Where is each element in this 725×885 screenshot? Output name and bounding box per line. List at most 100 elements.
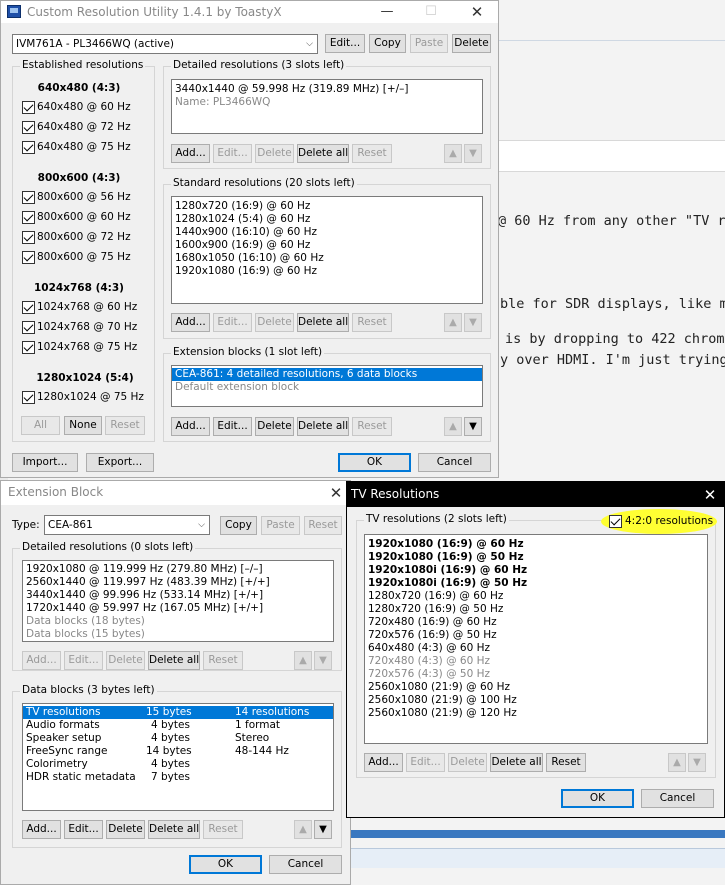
list-item[interactable]: 1440x900 (16:10) @ 60 Hz bbox=[172, 226, 482, 239]
list-item[interactable]: 1280x720 (16:9) @ 60 Hz bbox=[172, 200, 482, 213]
extension-add-button[interactable]: Add... bbox=[171, 417, 210, 436]
ext-detailed-edit-button[interactable]: Edit... bbox=[64, 651, 103, 670]
ext-detailed-add-button[interactable]: Add... bbox=[22, 651, 61, 670]
list-item[interactable]: 1720x1440 @ 59.997 Hz (167.05 MHz) [+/+] bbox=[23, 602, 333, 615]
list-item[interactable]: Data blocks (15 bytes) bbox=[23, 628, 333, 641]
list-item[interactable]: 3440x1440 @ 59.998 Hz (319.89 MHz) [+/–] bbox=[172, 83, 482, 96]
move-down-icon[interactable]: ▼ bbox=[464, 313, 482, 332]
copy-monitor-button[interactable]: Copy bbox=[369, 34, 406, 53]
list-item[interactable]: 640x480 (4:3) @ 60 Hz bbox=[365, 642, 707, 655]
standard-edit-button[interactable]: Edit... bbox=[213, 313, 252, 332]
minimize-button[interactable]: — bbox=[367, 1, 407, 23]
ext-detailed-reset-button[interactable]: Reset bbox=[203, 651, 243, 670]
delete-monitor-button[interactable]: Delete bbox=[452, 34, 491, 53]
move-up-icon[interactable]: ▲ bbox=[294, 651, 312, 670]
checkbox-800x600-60[interactable] bbox=[22, 211, 35, 224]
checkbox-640x480-75[interactable] bbox=[22, 141, 35, 154]
ext-reset-button[interactable]: Reset bbox=[304, 516, 342, 535]
checkbox-1024x768-70[interactable] bbox=[22, 321, 35, 334]
detailed-add-button[interactable]: Add... bbox=[171, 144, 210, 163]
extension-delete-button[interactable]: Delete bbox=[255, 417, 294, 436]
paste-monitor-button[interactable]: Paste bbox=[410, 34, 448, 53]
table-row[interactable]: TV resolutions 15 bytes 14 resolutions bbox=[23, 706, 333, 719]
table-row[interactable]: Colorimetry 4 bytes bbox=[23, 758, 333, 771]
move-up-icon[interactable]: ▲ bbox=[668, 753, 686, 772]
checkbox-1024x768-60[interactable] bbox=[22, 301, 35, 314]
detailed-list[interactable]: 3440x1440 @ 59.998 Hz (319.89 MHz) [+/–]… bbox=[171, 79, 483, 134]
list-item[interactable]: 720x480 (4:3) @ 60 Hz bbox=[365, 655, 707, 668]
list-item[interactable]: 1920x1080i (16:9) @ 60 Hz bbox=[365, 564, 707, 577]
extension-edit-button[interactable]: Edit... bbox=[213, 417, 252, 436]
list-item[interactable]: 2560x1440 @ 119.997 Hz (483.39 MHz) [+/+… bbox=[23, 576, 333, 589]
list-item[interactable]: 1920x1080 (16:9) @ 60 Hz bbox=[172, 265, 482, 278]
tv-resolutions-list[interactable]: 1920x1080 (16:9) @ 60 Hz 1920x1080 (16:9… bbox=[364, 534, 708, 744]
move-up-icon[interactable]: ▲ bbox=[294, 820, 312, 839]
tv-reset-button[interactable]: Reset bbox=[546, 753, 586, 772]
reset-established-button[interactable]: Reset bbox=[105, 416, 145, 435]
tv-delete-all-button[interactable]: Delete all bbox=[490, 753, 543, 772]
checkbox-800x600-75[interactable] bbox=[22, 251, 35, 264]
ext-copy-button[interactable]: Copy bbox=[220, 516, 257, 535]
list-item[interactable]: 720x576 (16:9) @ 50 Hz bbox=[365, 629, 707, 642]
move-up-icon[interactable]: ▲ bbox=[444, 417, 462, 436]
standard-delete-button[interactable]: Delete bbox=[255, 313, 294, 332]
main-ok-button[interactable]: OK bbox=[338, 453, 411, 472]
list-item[interactable]: Default extension block bbox=[172, 381, 482, 394]
ext-detailed-delete-button[interactable]: Delete bbox=[106, 651, 145, 670]
tv-cancel-button[interactable]: Cancel bbox=[641, 789, 714, 808]
ext-ok-button[interactable]: OK bbox=[189, 855, 262, 874]
import-button[interactable]: Import... bbox=[12, 453, 78, 472]
table-row[interactable]: Speaker setup 4 bytes Stereo bbox=[23, 732, 333, 745]
list-item[interactable]: 720x480 (16:9) @ 60 Hz bbox=[365, 616, 707, 629]
type-select[interactable]: CEA-861 ⌵ bbox=[44, 515, 210, 535]
checkbox-640x480-72[interactable] bbox=[22, 121, 35, 134]
move-down-icon[interactable]: ▼ bbox=[314, 820, 332, 839]
checkbox-640x480-60[interactable] bbox=[22, 101, 35, 114]
move-up-icon[interactable]: ▲ bbox=[444, 313, 462, 332]
extension-list[interactable]: CEA-861: 4 detailed resolutions, 6 data … bbox=[171, 365, 483, 407]
list-item[interactable]: Name: PL3466WQ bbox=[172, 96, 482, 109]
detailed-edit-button[interactable]: Edit... bbox=[213, 144, 252, 163]
list-item[interactable]: 1280x720 (16:9) @ 50 Hz bbox=[365, 603, 707, 616]
move-down-icon[interactable]: ▼ bbox=[464, 417, 482, 436]
ext-detailed-list[interactable]: 1920x1080 @ 119.999 Hz (279.80 MHz) [–/–… bbox=[22, 560, 334, 642]
move-down-icon[interactable]: ▼ bbox=[464, 144, 482, 163]
extension-reset-button[interactable]: Reset bbox=[352, 417, 392, 436]
tv-add-button[interactable]: Add... bbox=[364, 753, 403, 772]
move-down-icon[interactable]: ▼ bbox=[314, 651, 332, 670]
data-add-button[interactable]: Add... bbox=[22, 820, 61, 839]
table-row[interactable]: HDR static metadata 7 bytes bbox=[23, 771, 333, 784]
standard-add-button[interactable]: Add... bbox=[171, 313, 210, 332]
checkbox-1280x1024-75[interactable] bbox=[22, 391, 35, 404]
table-row[interactable]: Audio formats 4 bytes 1 format bbox=[23, 719, 333, 732]
move-up-icon[interactable]: ▲ bbox=[444, 144, 462, 163]
main-cancel-button[interactable]: Cancel bbox=[418, 453, 491, 472]
list-item[interactable]: 2560x1080 (21:9) @ 60 Hz bbox=[365, 681, 707, 694]
list-item[interactable]: 1920x1080 (16:9) @ 50 Hz bbox=[365, 551, 707, 564]
list-item[interactable]: 1920x1080 (16:9) @ 60 Hz bbox=[365, 538, 707, 551]
detailed-delete-all-button[interactable]: Delete all bbox=[297, 144, 349, 163]
list-item[interactable]: 1680x1050 (16:10) @ 60 Hz bbox=[172, 252, 482, 265]
checkbox-1024x768-75[interactable] bbox=[22, 341, 35, 354]
none-button[interactable]: None bbox=[64, 416, 102, 435]
list-item[interactable]: 2560x1080 (21:9) @ 120 Hz bbox=[365, 707, 707, 720]
move-down-icon[interactable]: ▼ bbox=[688, 753, 706, 772]
table-row[interactable]: FreeSync range 14 bytes 48-144 Hz bbox=[23, 745, 333, 758]
close-button[interactable]: ✕ bbox=[690, 484, 725, 506]
data-blocks-list[interactable]: TV resolutions 15 bytes 14 resolutions A… bbox=[22, 703, 334, 811]
ext-cancel-button[interactable]: Cancel bbox=[269, 855, 342, 874]
edit-monitor-button[interactable]: Edit... bbox=[325, 34, 365, 53]
detailed-delete-button[interactable]: Delete bbox=[255, 144, 294, 163]
close-button[interactable]: ✕ bbox=[457, 1, 497, 23]
detailed-reset-button[interactable]: Reset bbox=[352, 144, 392, 163]
tv-edit-button[interactable]: Edit... bbox=[406, 753, 445, 772]
ext-detailed-delete-all-button[interactable]: Delete all bbox=[148, 651, 200, 670]
ext-paste-button[interactable]: Paste bbox=[261, 516, 300, 535]
list-item[interactable]: Data blocks (18 bytes) bbox=[23, 615, 333, 628]
standard-list[interactable]: 1280x720 (16:9) @ 60 Hz 1280x1024 (5:4) … bbox=[171, 196, 483, 304]
tv-delete-button[interactable]: Delete bbox=[448, 753, 487, 772]
all-button[interactable]: All bbox=[21, 416, 60, 435]
tv-ok-button[interactable]: OK bbox=[561, 789, 634, 808]
list-item[interactable]: 1280x1024 (5:4) @ 60 Hz bbox=[172, 213, 482, 226]
checkbox-800x600-56[interactable] bbox=[22, 191, 35, 204]
